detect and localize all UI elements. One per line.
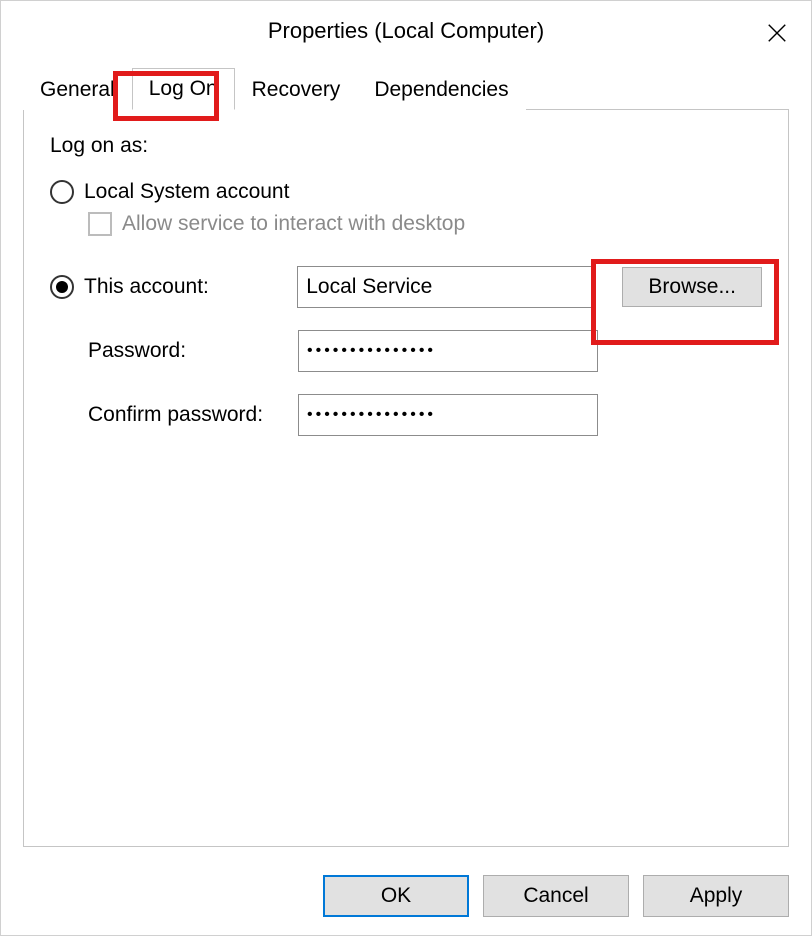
window-title: Properties (Local Computer) — [268, 18, 544, 44]
properties-dialog: Properties (Local Computer) General Log … — [0, 0, 812, 936]
this-account-row: This account: Browse... — [50, 266, 762, 308]
radio-this-account[interactable]: This account: — [50, 275, 209, 299]
tab-recovery[interactable]: Recovery — [235, 69, 358, 110]
radio-this-account-label: This account: — [84, 275, 209, 299]
password-label: Password: — [88, 339, 186, 363]
cancel-button[interactable]: Cancel — [483, 875, 629, 917]
confirm-password-row: Confirm password: — [50, 394, 762, 436]
confirm-password-label: Confirm password: — [88, 403, 263, 427]
close-icon — [766, 22, 788, 44]
radio-local-system-label: Local System account — [84, 180, 289, 204]
account-name-input[interactable] — [297, 266, 596, 308]
tab-general[interactable]: General — [23, 69, 132, 110]
checkbox-interact-desktop: Allow service to interact with desktop — [88, 212, 762, 236]
radio-icon — [50, 275, 74, 299]
ok-button[interactable]: OK — [323, 875, 469, 917]
checkbox-interact-label: Allow service to interact with desktop — [122, 212, 465, 236]
tab-log-on[interactable]: Log On — [132, 68, 235, 110]
radio-icon — [50, 180, 74, 204]
tab-content: Log on as: Local System account Allow se… — [23, 109, 789, 847]
tab-strip: General Log On Recovery Dependencies — [1, 61, 811, 109]
dialog-button-bar: OK Cancel Apply — [323, 875, 789, 917]
apply-button[interactable]: Apply — [643, 875, 789, 917]
tab-dependencies[interactable]: Dependencies — [357, 69, 525, 110]
checkbox-icon — [88, 212, 112, 236]
browse-button[interactable]: Browse... — [622, 267, 762, 307]
close-button[interactable] — [757, 13, 797, 53]
logon-as-label: Log on as: — [50, 134, 762, 158]
password-row: Password: — [50, 330, 762, 372]
radio-local-system[interactable]: Local System account — [50, 180, 762, 204]
password-input[interactable] — [298, 330, 598, 372]
radio-selected-icon — [56, 281, 68, 293]
titlebar: Properties (Local Computer) — [1, 1, 811, 61]
confirm-password-input[interactable] — [298, 394, 598, 436]
